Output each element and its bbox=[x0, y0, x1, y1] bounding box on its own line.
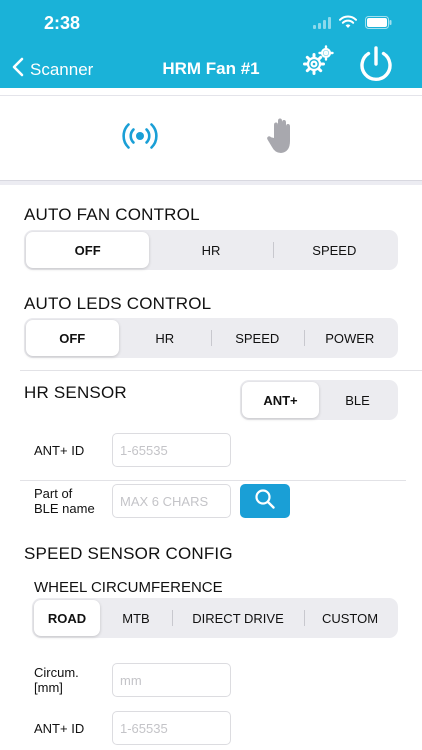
mode-bar bbox=[0, 95, 422, 181]
circum-label-line2: [mm] bbox=[34, 680, 63, 695]
auto-fan-option-hr[interactable]: HR bbox=[149, 232, 272, 268]
auto-fan-option-speed[interactable]: SPEED bbox=[272, 232, 396, 268]
status-time: 2:38 bbox=[44, 13, 81, 33]
settings-button[interactable] bbox=[300, 44, 336, 80]
hr-sensor-segmented-control: ANT+ BLE bbox=[240, 380, 398, 420]
manual-mode-button[interactable] bbox=[258, 116, 302, 160]
wheel-option-direct-drive[interactable]: DIRECT DRIVE bbox=[172, 600, 304, 636]
power-button[interactable] bbox=[356, 44, 396, 84]
auto-leds-option-off[interactable]: OFF bbox=[26, 320, 119, 356]
circum-input[interactable] bbox=[112, 663, 231, 697]
auto-leds-option-power[interactable]: POWER bbox=[303, 320, 397, 356]
hr-sensor-option-ble[interactable]: BLE bbox=[319, 382, 396, 418]
hr-ant-id-label: ANT+ ID bbox=[34, 443, 85, 458]
search-icon bbox=[254, 488, 276, 515]
wheel-option-custom[interactable]: CUSTOM bbox=[304, 600, 396, 636]
gear-icon bbox=[300, 45, 336, 84]
ble-name-label-line2: BLE name bbox=[34, 501, 95, 516]
chevron-left-icon bbox=[12, 57, 24, 82]
ble-name-label-line1: Part of bbox=[34, 486, 73, 501]
ble-name-input[interactable] bbox=[112, 484, 231, 518]
wheel-circumference-segmented-control: ROAD MTB DIRECT DRIVE CUSTOM bbox=[32, 598, 398, 638]
wheel-option-road[interactable]: ROAD bbox=[34, 600, 100, 636]
wifi-icon bbox=[339, 15, 357, 34]
auto-fan-segmented-control: OFF HR SPEED bbox=[24, 230, 398, 270]
hand-icon bbox=[264, 116, 296, 161]
signal-icon bbox=[313, 16, 331, 34]
auto-fan-title: AUTO FAN CONTROL bbox=[24, 205, 200, 224]
back-button[interactable]: Scanner bbox=[12, 57, 93, 82]
auto-fan-option-off[interactable]: OFF bbox=[26, 232, 150, 268]
auto-leds-option-hr[interactable]: HR bbox=[119, 320, 212, 356]
status-icons bbox=[313, 15, 392, 34]
hr-sensor-title: HR SENSOR bbox=[24, 383, 127, 402]
speed-ant-id-label: ANT+ ID bbox=[34, 721, 85, 736]
mode-bar-divider bbox=[0, 181, 422, 185]
section-divider bbox=[20, 370, 422, 371]
auto-leds-option-speed[interactable]: SPEED bbox=[211, 320, 304, 356]
battery-icon bbox=[365, 15, 392, 34]
speed-ant-id-input[interactable] bbox=[112, 711, 231, 745]
wheel-option-mtb[interactable]: MTB bbox=[100, 600, 172, 636]
hr-ant-id-input[interactable] bbox=[112, 433, 231, 467]
hr-sensor-option-antplus[interactable]: ANT+ bbox=[242, 382, 319, 418]
auto-mode-button[interactable] bbox=[118, 116, 162, 160]
broadcast-icon bbox=[120, 119, 160, 158]
circum-label: Circum. [mm] bbox=[34, 665, 79, 695]
back-label: Scanner bbox=[30, 59, 94, 79]
auto-leds-title: AUTO LEDS CONTROL bbox=[24, 294, 212, 313]
speed-sensor-title: SPEED SENSOR CONFIG bbox=[24, 544, 233, 563]
ble-name-label: Part of BLE name bbox=[34, 486, 95, 516]
app-header: 2:38 Scanner HRM Fan #1 bbox=[0, 0, 422, 88]
field-divider bbox=[20, 480, 406, 481]
wheel-circumference-title: WHEEL CIRCUMFERENCE bbox=[34, 579, 223, 596]
search-button[interactable] bbox=[240, 484, 290, 518]
auto-leds-segmented-control: OFF HR SPEED POWER bbox=[24, 318, 398, 358]
power-icon bbox=[356, 46, 396, 88]
circum-label-line1: Circum. bbox=[34, 665, 79, 680]
